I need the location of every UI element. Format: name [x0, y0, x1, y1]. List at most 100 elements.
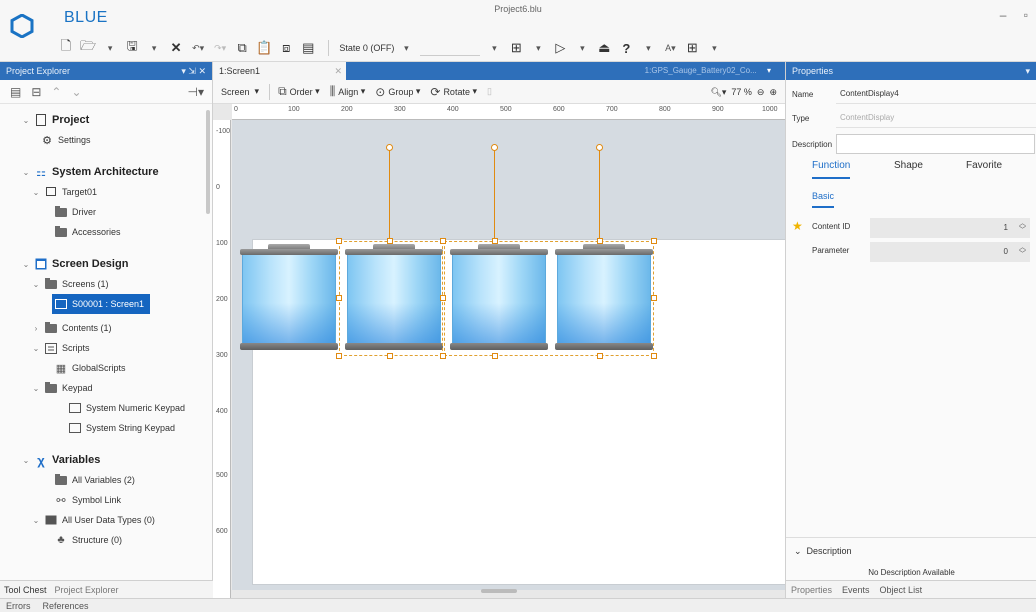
tree-item-settings[interactable]: ⚙ Settings: [38, 130, 90, 150]
open-folder-icon[interactable]: 🗁: [80, 38, 96, 57]
close-icon[interactable]: ✕: [334, 62, 342, 80]
tab-object-list[interactable]: Object List: [875, 585, 928, 595]
tab-events[interactable]: Events: [837, 585, 875, 595]
panel-controls[interactable]: ▾ ⇲ ✕: [181, 62, 206, 80]
chevron-down-icon[interactable]: ⌄: [30, 188, 42, 197]
rotate-button[interactable]: ⟳ Rotate ▾: [430, 85, 477, 99]
resize-handle[interactable]: [336, 295, 342, 301]
resize-handle[interactable]: [597, 238, 603, 244]
resize-handle[interactable]: [387, 353, 393, 359]
resize-handle[interactable]: [387, 238, 393, 244]
order-button[interactable]: ⧉ Order ▾: [278, 84, 320, 99]
tree-item-all-variables[interactable]: All Variables (2): [52, 470, 135, 490]
tab-gauge-battery[interactable]: 1:GPS_Gauge_Battery02_Co... ▾: [645, 62, 771, 80]
panel-menu-icon[interactable]: ▾: [1025, 62, 1030, 80]
tree-item-contents[interactable]: › Contents (1): [30, 318, 112, 338]
tree-item-target01[interactable]: ⌄ Target01: [30, 182, 97, 202]
tab-tool-chest[interactable]: Tool Chest: [0, 585, 51, 595]
save-icon[interactable]: 🖫: [124, 38, 140, 57]
help-dropdown-icon[interactable]: ▾: [640, 39, 656, 57]
tab-basic[interactable]: Basic: [812, 191, 835, 208]
layer-dropdown-icon[interactable]: ▾: [486, 39, 502, 57]
tree-item-accessories[interactable]: Accessories: [52, 222, 121, 242]
rotate-handle[interactable]: [386, 144, 393, 151]
resize-handle[interactable]: [440, 238, 446, 244]
resize-handle[interactable]: [651, 353, 657, 359]
tree-item-variables[interactable]: ⌄ χ Variables: [20, 450, 101, 470]
pin-icon[interactable]: ⊣▾: [188, 85, 204, 99]
tree-item-globalscripts[interactable]: ▦ GlobalScripts: [52, 358, 126, 378]
zoom-menu-icon[interactable]: 🔍︎▾: [710, 87, 726, 98]
description-header[interactable]: ⌄ Description: [794, 546, 852, 557]
tree-item-scripts[interactable]: ⌄ Scripts: [30, 338, 90, 358]
tab-function[interactable]: Function: [812, 160, 851, 179]
star-icon[interactable]: ★: [792, 219, 803, 233]
grid-icon[interactable]: ⊞: [684, 39, 700, 57]
align-button[interactable]: ⫼ Align ▾: [330, 84, 366, 99]
tree-item-string-keypad[interactable]: System String Keypad: [66, 418, 175, 438]
resize-handle[interactable]: [440, 295, 446, 301]
text-style-icon[interactable]: A▾: [662, 39, 678, 57]
tab-list-dropdown-icon[interactable]: ▾: [767, 66, 771, 75]
grid-dropdown-icon[interactable]: ▾: [706, 39, 722, 57]
battery-content-display[interactable]: [236, 242, 342, 360]
rotate-handle[interactable]: [596, 144, 603, 151]
tab-favorite[interactable]: Favorite: [966, 160, 1002, 171]
state-dropdown-icon[interactable]: ▾: [398, 39, 414, 57]
tree-item-screen1[interactable]: S00001 : Screen1: [52, 294, 151, 314]
resize-handle[interactable]: [440, 353, 446, 359]
layer-dropdown[interactable]: [420, 40, 481, 56]
transfer-icon[interactable]: ⏏: [596, 39, 612, 57]
tree-item-project[interactable]: ⌄ Project: [20, 110, 89, 130]
tab-errors[interactable]: Errors: [0, 601, 37, 611]
chevron-down-icon[interactable]: ⌄: [20, 168, 32, 177]
new-file-icon[interactable]: 🗋: [58, 38, 74, 57]
tab-shape[interactable]: Shape: [894, 160, 923, 171]
move-down-icon[interactable]: ⌄: [71, 85, 81, 99]
undo-icon[interactable]: ↶▾: [190, 39, 206, 57]
layout-icon[interactable]: ⊞: [508, 39, 524, 57]
rotate-handle[interactable]: [491, 144, 498, 151]
tree-item-screens[interactable]: ⌄ Screens (1): [30, 274, 109, 294]
tab-project-explorer[interactable]: Project Explorer: [51, 585, 123, 595]
run-dropdown-icon[interactable]: ▾: [574, 39, 590, 57]
resize-handle[interactable]: [651, 295, 657, 301]
screen-dropdown[interactable]: Screen ▾: [221, 86, 259, 97]
resize-handle[interactable]: [492, 238, 498, 244]
move-up-icon[interactable]: ⌃: [51, 85, 61, 99]
zoom-in-icon[interactable]: ⊕: [769, 87, 777, 98]
chevron-down-icon[interactable]: ⌄: [20, 456, 32, 465]
group-button[interactable]: ⊙ Group ▾: [375, 85, 420, 99]
clipboard-icon[interactable]: ▤: [300, 39, 316, 57]
open-dropdown-icon[interactable]: ▾: [102, 39, 118, 57]
editor-canvas[interactable]: [232, 120, 789, 590]
chevron-down-icon[interactable]: ⌄: [30, 384, 42, 393]
zoom-out-icon[interactable]: ⊖: [757, 87, 765, 98]
parameter-field[interactable]: 0 ︿ ﹀: [870, 242, 1030, 262]
chevron-down-icon[interactable]: ⌄: [30, 344, 42, 353]
properties-icon[interactable]: ▤: [10, 85, 21, 99]
chevron-down-icon[interactable]: ⌄: [20, 260, 32, 269]
tab-properties[interactable]: Properties: [786, 585, 837, 595]
tree-item-symbol-link[interactable]: ⚯ Symbol Link: [52, 490, 121, 510]
chevron-down-icon[interactable]: ⌄: [30, 516, 42, 525]
restore-button[interactable]: ▫: [1024, 8, 1028, 22]
paste-icon[interactable]: 📋: [256, 39, 272, 57]
spinner-icon[interactable]: ︿ ﹀: [1019, 220, 1026, 234]
tab-screen1[interactable]: 1:Screen1 ✕: [213, 62, 346, 80]
spinner-icon[interactable]: ︿ ﹀: [1019, 244, 1026, 258]
duplicate-icon[interactable]: ⧈: [278, 39, 294, 57]
run-icon[interactable]: ▷: [552, 39, 568, 57]
chevron-down-icon[interactable]: ⌄: [30, 280, 42, 289]
tree-item-numeric-keypad[interactable]: System Numeric Keypad: [66, 398, 185, 418]
layout-dropdown-icon[interactable]: ▾: [530, 39, 546, 57]
tree-scrollbar[interactable]: [206, 110, 210, 214]
tree-item-structure[interactable]: ♣ Structure (0): [52, 530, 122, 550]
delete-icon[interactable]: ✕: [168, 39, 184, 57]
content-id-field[interactable]: 1 ︿ ﹀: [870, 218, 1030, 238]
tree-item-driver[interactable]: Driver: [52, 202, 96, 222]
collapse-all-icon[interactable]: ⊟: [31, 85, 41, 99]
lock-icon[interactable]: ▯: [487, 86, 492, 97]
tree-item-user-data-types[interactable]: ⌄ All User Data Types (0): [30, 510, 155, 530]
copy-icon[interactable]: ⧉: [234, 39, 250, 57]
